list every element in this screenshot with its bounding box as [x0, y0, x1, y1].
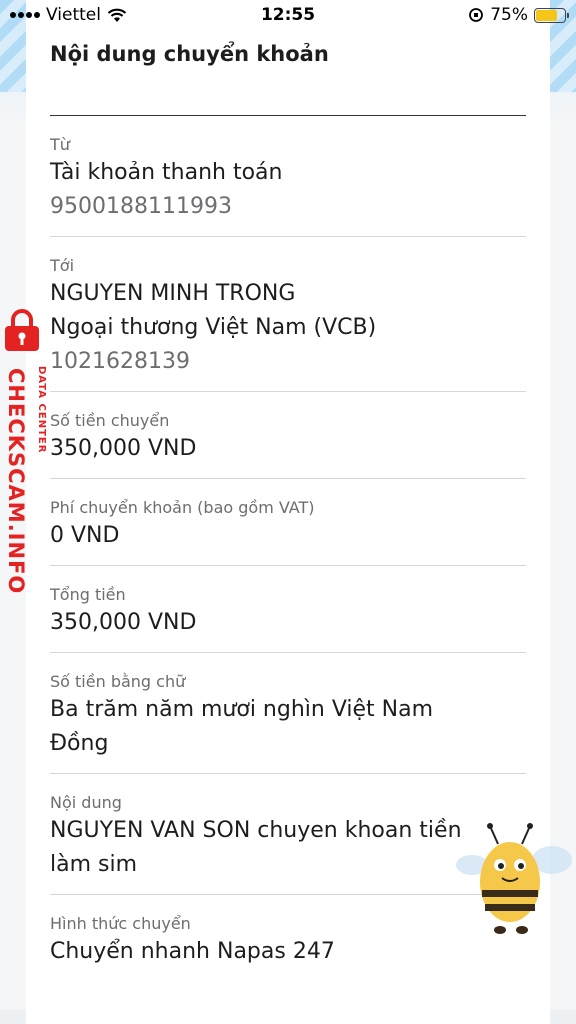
account-number: 9500188111993 — [50, 194, 232, 219]
carrier-name: Viettel — [46, 5, 101, 25]
battery-fill — [536, 9, 557, 21]
detail-value: NGUYEN MINH TRONG — [50, 281, 296, 306]
watermark-text: CHECKSCAM.INFO — [4, 368, 28, 595]
detail-label: Phí chuyển khoản (bao gồm VAT) — [50, 498, 315, 517]
detail-label: Số tiền chuyển — [50, 411, 170, 430]
status-bar: Viettel 12:55 75% — [0, 0, 576, 30]
detail-label: Số tiền bằng chữ — [50, 672, 186, 691]
detail-value: 350,000 VND — [50, 610, 197, 635]
bee-mascot-icon — [456, 823, 572, 934]
page-title: Nội dung chuyển khoản — [50, 42, 526, 116]
detail-label: Nội dung — [50, 793, 122, 812]
battery-percent: 75% — [490, 5, 528, 25]
account-number: 1021628139 — [50, 349, 190, 374]
detail-value: Chuyển nhanh Napas 247 — [50, 939, 335, 964]
detail-label: Tới — [50, 256, 75, 275]
detail-section: Phí chuyển khoản (bao gồm VAT) 0 VND — [50, 479, 526, 566]
battery-icon — [534, 7, 569, 23]
detail-section: Số tiền bằng chữ Ba trăm năm mươi nghìn V… — [50, 653, 526, 774]
detail-section: Số tiền chuyển 350,000 VND — [50, 392, 526, 479]
checkscam-watermark: CHECKSCAM.INFO DATA CENTER — [0, 308, 64, 598]
lock-icon — [5, 309, 39, 351]
watermark-subtext: DATA CENTER — [36, 366, 47, 454]
detail-label: Tổng tiền — [50, 585, 126, 604]
detail-value: Ba trăm năm mươi nghìn Việt Nam — [50, 697, 434, 722]
detail-section: Từ Tài khoản thanh toán 9500188111993 — [50, 116, 526, 237]
detail-value: 350,000 VND — [50, 436, 197, 461]
detail-value: Tài khoản thanh toán — [50, 160, 283, 185]
detail-section: Tới NGUYEN MINH TRONG Ngoại thương Việt Na… — [50, 237, 526, 392]
wifi-icon — [107, 8, 127, 22]
detail-value: 0 VND — [50, 523, 120, 548]
detail-section: Tổng tiền 350,000 VND — [50, 566, 526, 653]
detail-value: Đồng — [50, 731, 109, 756]
detail-label: Từ — [50, 135, 70, 154]
signal-icon — [10, 12, 40, 18]
detail-value: Ngoại thương Việt Nam (VCB) — [50, 315, 377, 340]
orientation-lock-icon — [469, 8, 484, 22]
